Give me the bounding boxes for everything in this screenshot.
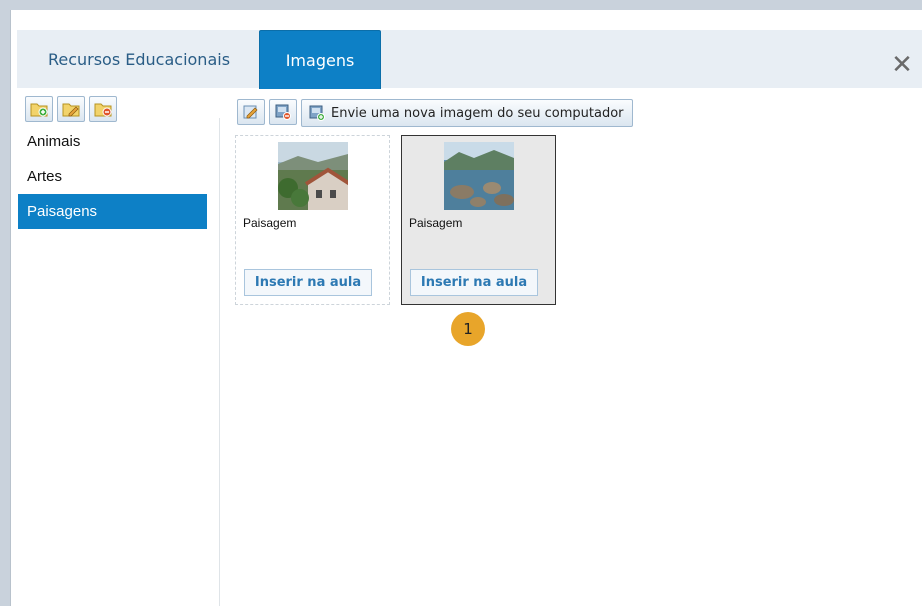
tab-imagens[interactable]: Imagens (259, 30, 381, 89)
upload-image-icon (309, 105, 325, 121)
delete-image-icon[interactable] (269, 99, 297, 125)
image-card-selected[interactable]: Paisagem Inserir na aula (401, 135, 556, 305)
category-animais[interactable]: Animais (18, 124, 207, 159)
step-badge: 1 (451, 312, 485, 346)
folder-delete-icon[interactable] (89, 96, 117, 122)
image-caption: Paisagem (409, 216, 463, 230)
category-artes[interactable]: Artes (18, 159, 207, 194)
insert-button[interactable]: Inserir na aula (244, 269, 372, 296)
tab-recursos-educacionais[interactable]: Recursos Educacionais (45, 30, 233, 88)
resources-window: Recursos Educacionais Imagens ✕ Animais … (10, 10, 922, 606)
category-toolbar (25, 96, 117, 122)
sidebar-divider (219, 118, 220, 606)
image-caption: Paisagem (243, 216, 297, 230)
insert-button[interactable]: Inserir na aula (410, 269, 538, 296)
folder-edit-icon[interactable] (57, 96, 85, 122)
image-thumbnail (444, 142, 514, 210)
image-card[interactable]: Paisagem Inserir na aula (235, 135, 390, 305)
close-icon[interactable]: ✕ (889, 50, 915, 80)
upload-image-button[interactable]: Envie uma nova imagem do seu computador (301, 99, 633, 127)
image-toolbar: Envie uma nova imagem do seu computador (237, 99, 633, 127)
category-paisagens[interactable]: Paisagens (18, 194, 207, 229)
upload-label: Envie uma nova imagem do seu computador (331, 105, 624, 121)
image-thumbnail (278, 142, 348, 210)
edit-image-icon[interactable] (237, 99, 265, 125)
tab-bar: Recursos Educacionais Imagens ✕ (17, 30, 922, 89)
folder-add-icon[interactable] (25, 96, 53, 122)
